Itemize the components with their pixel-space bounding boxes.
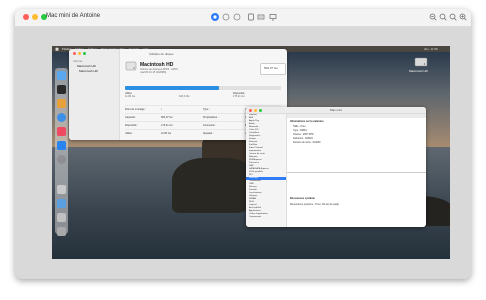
- scale-icon[interactable]: [257, 13, 265, 21]
- du-detail-cell: Point de montage :: [125, 108, 146, 111]
- si-bottom-title: Ressources système: [290, 197, 315, 200]
- du-zoom-button[interactable]: [83, 52, 86, 55]
- apple-menu-icon[interactable]: [55, 47, 59, 51]
- disk-utility-sidebar: Interne Macintosh HD Macintosh HD: [69, 49, 120, 140]
- du-detail-cell: 11,95 Go: [161, 132, 172, 135]
- du-usage-fill: [125, 86, 219, 90]
- menubar-clock[interactable]: dim. 11:56: [424, 47, 438, 51]
- du-sidebar-header: Interne: [73, 59, 83, 63]
- si-close-button[interactable]: [249, 108, 252, 112]
- minimize-button[interactable]: [32, 14, 38, 20]
- hard-drive-label: Macintosh HD: [409, 69, 428, 73]
- si-section-title: Informations sur la mémoire: [290, 120, 324, 123]
- system-preferences-icon[interactable]: [57, 155, 66, 164]
- downloads-icon[interactable]: [57, 213, 66, 222]
- du-detail-cell: Utilisé :: [125, 132, 134, 135]
- du-detail-cell: Connexion :: [203, 124, 217, 127]
- du-free-value: 175,41 Go: [233, 95, 245, 98]
- zoom-fit-icon[interactable]: [449, 13, 457, 21]
- du-minimize-button[interactable]: [78, 52, 81, 55]
- close-button[interactable]: [23, 14, 29, 20]
- du-used-value: 11,95 Go: [125, 95, 136, 98]
- du-detail-cell: Propriétaires :: [203, 116, 219, 119]
- du-detail-cell: 500,07 Go: [161, 116, 173, 119]
- du-disk-icon: [125, 61, 137, 71]
- si-bottom-line: Ressources système : 8 Go, 64 Go de swap: [290, 203, 339, 206]
- si-sidebar-item[interactable]: Composants: [246, 216, 286, 219]
- safari-icon[interactable]: [57, 113, 66, 122]
- si-detail-line: Numéro de série : 0x0000: [293, 141, 321, 144]
- app-store-icon[interactable]: [57, 141, 66, 150]
- du-other-value: 323,4 Mo: [179, 95, 190, 98]
- clipboard-icon[interactable]: [247, 13, 255, 21]
- mode-control-icon[interactable]: [211, 13, 219, 21]
- finder-icon[interactable]: [57, 71, 66, 80]
- du-detail-cell: Type :: [203, 108, 210, 111]
- app-window: Mac mini de Antoine Finder Fichier Éditi…: [15, 9, 471, 279]
- disk-utility-icon[interactable]: [57, 185, 66, 194]
- du-close-button[interactable]: [73, 52, 76, 55]
- si-detail-top: Informations sur la mémoire Taille : 8 G…: [287, 114, 426, 173]
- du-sidebar-item[interactable]: Macintosh HD: [79, 69, 98, 73]
- si-window-title: Mac mini: [330, 108, 343, 112]
- du-capacity-label: 500,07 Go: [264, 66, 279, 70]
- system-info-icon[interactable]: [57, 199, 66, 208]
- du-detail-cell: Capacité :: [125, 116, 137, 119]
- music-icon[interactable]: [57, 127, 66, 136]
- si-zoom-button[interactable]: [259, 108, 262, 112]
- si-detail-header: [287, 114, 426, 118]
- du-detail-cell: 175,41 Go: [161, 124, 173, 127]
- du-window-title: Utilitaire de disque: [149, 52, 174, 56]
- du-detail-cell: Disponible :: [125, 124, 139, 127]
- terminal-icon[interactable]: [57, 85, 66, 94]
- du-detail-cell: Appareil :: [203, 132, 214, 135]
- zoom-actual-icon[interactable]: [439, 13, 447, 21]
- si-minimize-button[interactable]: [254, 108, 257, 112]
- du-detail-cell: /: [161, 108, 162, 111]
- launchpad-icon[interactable]: [57, 99, 66, 108]
- du-disk-subtitle2: macOS 10.15 (19A583): [140, 71, 167, 74]
- du-capacity-box: 500,07 Go: [260, 63, 286, 75]
- system-info-window[interactable]: Mac mini Matériel ATA Apple Pay Audio Blueto…: [246, 107, 426, 227]
- zoom-out-icon[interactable]: [429, 13, 437, 21]
- island-rock: [172, 158, 252, 213]
- du-sidebar-item[interactable]: Macintosh HD: [77, 64, 96, 68]
- mode-observe-icon[interactable]: [222, 13, 230, 21]
- dock: [55, 68, 68, 236]
- si-section-lines: Taille : 8 Go Type : DDR4 Vitesse : 2667 M…: [293, 125, 321, 145]
- zoom-in-icon[interactable]: [459, 13, 467, 21]
- hard-drive-icon[interactable]: [414, 56, 428, 68]
- display-icon[interactable]: [269, 13, 277, 21]
- window-title: Mac mini de Antoine: [46, 13, 101, 19]
- mode-curtain-icon[interactable]: [233, 13, 241, 21]
- remote-screen[interactable]: Finder Fichier Édition Présentation Alle…: [52, 46, 450, 259]
- title-bar: Mac mini de Antoine: [15, 9, 471, 27]
- si-sidebar: Matériel ATA Apple Pay Audio Bluetooth Carte …: [246, 114, 287, 227]
- du-usage-bar: [125, 86, 281, 90]
- trash-icon[interactable]: [57, 227, 66, 236]
- si-titlebar: Mac mini: [246, 107, 426, 114]
